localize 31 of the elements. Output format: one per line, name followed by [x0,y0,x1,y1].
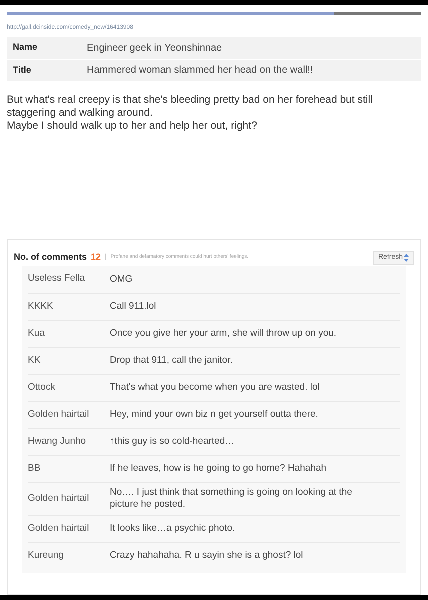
comment-text: If he leaves, how is he going to go home? Hahahah [110,463,328,475]
comment-text: Once you give her your arm, she will throw up on you. [110,328,338,340]
comment-author: Useless Fella [28,272,86,286]
comment-text: Drop that 911, call the janitor. [110,355,234,367]
comment-text: OMG [110,274,134,286]
comment-text: It looks like…a psychic photo. [110,523,236,535]
comment-author: Kua [28,326,46,341]
comment-author: KKKK [28,300,54,314]
comment-author: Golden hairtail [28,522,90,536]
comment-author: Kureung [28,548,65,563]
comment-text: That's what you become when you are wasted. lol [110,382,321,394]
sort-arrows-icon [404,254,409,262]
comment-author: Hwang Junho [28,434,88,449]
post-text: Maybe I should walk up to her and help her out, right? [7,120,258,133]
comment-author: BB [28,462,42,476]
field-value: Engineer geek in Yeonshinnae [87,42,222,56]
comment-text: Crazy hahahaha. R u sayin she is a ghost? lol [110,550,304,562]
comment-author: KK [28,354,42,368]
comment-text: Hey, mind your own biz n get yourself outta there. [110,409,320,421]
comment-author: Golden hairtail [28,492,90,506]
comment-author: Golden hairtail [28,408,90,422]
comment-text: No…. I just think that something is going on looking at the picture he posted. [110,487,354,511]
comment-text: ↑this guy is so cold-hearted… [110,436,236,448]
field-label: Name [12,41,39,54]
comment-count: 12 [91,251,102,264]
post-text: But what's real creepy is that she's bleeding pretty bad on her forehead but still staggering and walking around. [7,94,374,120]
comment-author: Ottock [28,380,56,395]
field-value: Hammered woman slammed her head on the wall!! [87,64,314,78]
field-label: Title [12,64,32,77]
comments-label: No. of comments [14,251,88,264]
comment-text: Call 911.lol [110,301,158,313]
